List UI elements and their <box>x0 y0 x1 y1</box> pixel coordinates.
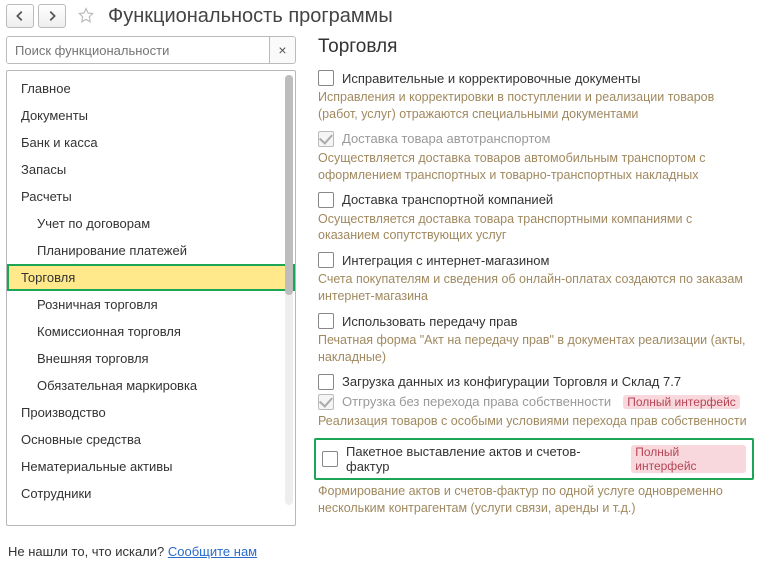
highlight-box: Пакетное выставление актов и счетов-факт… <box>314 438 754 480</box>
tree-item[interactable]: Внешняя торговля <box>7 345 295 372</box>
option-label: Использовать передачу прав <box>342 314 518 329</box>
options-list: Исправительные и корректировочные докуме… <box>318 70 758 516</box>
titlebar: Функциональность программы <box>0 0 764 36</box>
forward-button[interactable] <box>38 4 66 28</box>
option-row: Загрузка данных из конфигурации Торговля… <box>318 374 758 390</box>
option-description: Исправления и корректировки в поступлени… <box>318 89 758 123</box>
option-row: Отгрузка без перехода права собственност… <box>318 394 758 410</box>
tree-item[interactable]: Планирование платежей <box>7 237 295 264</box>
option-checkbox <box>318 394 334 410</box>
back-button[interactable] <box>6 4 34 28</box>
left-column: × ГлавноеДокументыБанк и кассаЗапасыРасч… <box>6 36 296 526</box>
option-description: Реализация товаров с особыми условиями п… <box>318 413 758 430</box>
nav-tree: ГлавноеДокументыБанк и кассаЗапасыРасчет… <box>6 70 296 526</box>
search-input[interactable] <box>7 37 269 63</box>
option-label: Исправительные и корректировочные докуме… <box>342 71 640 86</box>
right-column: Торговля Исправительные и корректировочн… <box>296 36 758 524</box>
option-row: Интеграция с интернет-магазином <box>318 252 758 268</box>
option-row: Исправительные и корректировочные докуме… <box>318 70 758 86</box>
option-description: Формирование актов и счетов-фактур по од… <box>318 483 758 517</box>
footer-text: Не нашли то, что искали? <box>8 544 168 559</box>
search-bar: × <box>6 36 296 64</box>
option-label: Доставка товара автотранспортом <box>342 131 550 146</box>
tree-scrollbar[interactable] <box>285 75 293 505</box>
option-checkbox[interactable] <box>318 313 334 329</box>
option-block: Отгрузка без перехода права собственност… <box>318 394 758 430</box>
tree-item[interactable]: Банк и касса <box>7 129 295 156</box>
footer: Не нашли то, что искали? Сообщите нам <box>8 544 257 559</box>
option-description: Печатная форма "Акт на передачу прав" в … <box>318 332 758 366</box>
option-label: Отгрузка без перехода права собственност… <box>342 394 611 409</box>
star-icon <box>76 6 96 26</box>
tree-item[interactable]: Торговля <box>7 264 295 291</box>
arrow-left-icon <box>13 9 27 23</box>
option-checkbox[interactable] <box>318 70 334 86</box>
option-checkbox[interactable] <box>318 374 334 390</box>
search-clear-button[interactable]: × <box>269 37 295 63</box>
option-block: Интеграция с интернет-магазином Счета пок… <box>318 252 758 305</box>
tree-item[interactable]: Комиссионная торговля <box>7 318 295 345</box>
option-block: Использовать передачу прав Печатная форма… <box>318 313 758 366</box>
option-label: Загрузка данных из конфигурации Торговля… <box>342 374 681 389</box>
page-title: Функциональность программы <box>108 5 393 28</box>
section-title: Торговля <box>318 36 758 58</box>
option-block: Загрузка данных из конфигурации Торговля… <box>318 374 758 390</box>
footer-link[interactable]: Сообщите нам <box>168 544 257 559</box>
option-block: Пакетное выставление актов и счетов-факт… <box>318 438 758 517</box>
option-block: Доставка товара автотранспортом Осуществл… <box>318 131 758 184</box>
option-label: Пакетное выставление актов и счетов-факт… <box>346 444 619 474</box>
option-label: Доставка транспортной компанией <box>342 192 553 207</box>
option-description: Осуществляется доставка товаров автомоби… <box>318 150 758 184</box>
tree-scroll-thumb[interactable] <box>285 75 293 295</box>
option-checkbox <box>318 131 334 147</box>
option-label: Интеграция с интернет-магазином <box>342 253 549 268</box>
option-checkbox[interactable] <box>322 451 338 467</box>
tree-item[interactable]: Запасы <box>7 156 295 183</box>
tree-item[interactable]: Нематериальные активы <box>7 453 295 480</box>
option-badge: Полный интерфейс <box>623 395 740 409</box>
option-block: Исправительные и корректировочные докуме… <box>318 70 758 123</box>
option-description: Осуществляется доставка товара транспорт… <box>318 211 758 245</box>
option-checkbox[interactable] <box>318 192 334 208</box>
tree-item[interactable]: Обязательная маркировка <box>7 372 295 399</box>
tree-item[interactable]: Главное <box>7 75 295 102</box>
favorite-button[interactable] <box>74 4 98 28</box>
arrow-right-icon <box>45 9 59 23</box>
tree-item[interactable]: Документы <box>7 102 295 129</box>
tree-item[interactable]: Розничная торговля <box>7 291 295 318</box>
option-badge: Полный интерфейс <box>631 445 746 473</box>
tree-item[interactable]: Расчеты <box>7 183 295 210</box>
option-row: Доставка транспортной компанией <box>318 192 758 208</box>
tree-item[interactable]: Сотрудники <box>7 480 295 507</box>
tree-item[interactable]: Учет по договорам <box>7 210 295 237</box>
option-row: Доставка товара автотранспортом <box>318 131 758 147</box>
option-row: Использовать передачу прав <box>318 313 758 329</box>
tree-item[interactable]: Производство <box>7 399 295 426</box>
tree-item[interactable]: Основные средства <box>7 426 295 453</box>
option-description: Счета покупателям и сведения об онлайн-о… <box>318 271 758 305</box>
option-checkbox[interactable] <box>318 252 334 268</box>
option-row: Пакетное выставление актов и счетов-факт… <box>322 444 746 474</box>
option-block: Доставка транспортной компанией Осуществл… <box>318 192 758 245</box>
